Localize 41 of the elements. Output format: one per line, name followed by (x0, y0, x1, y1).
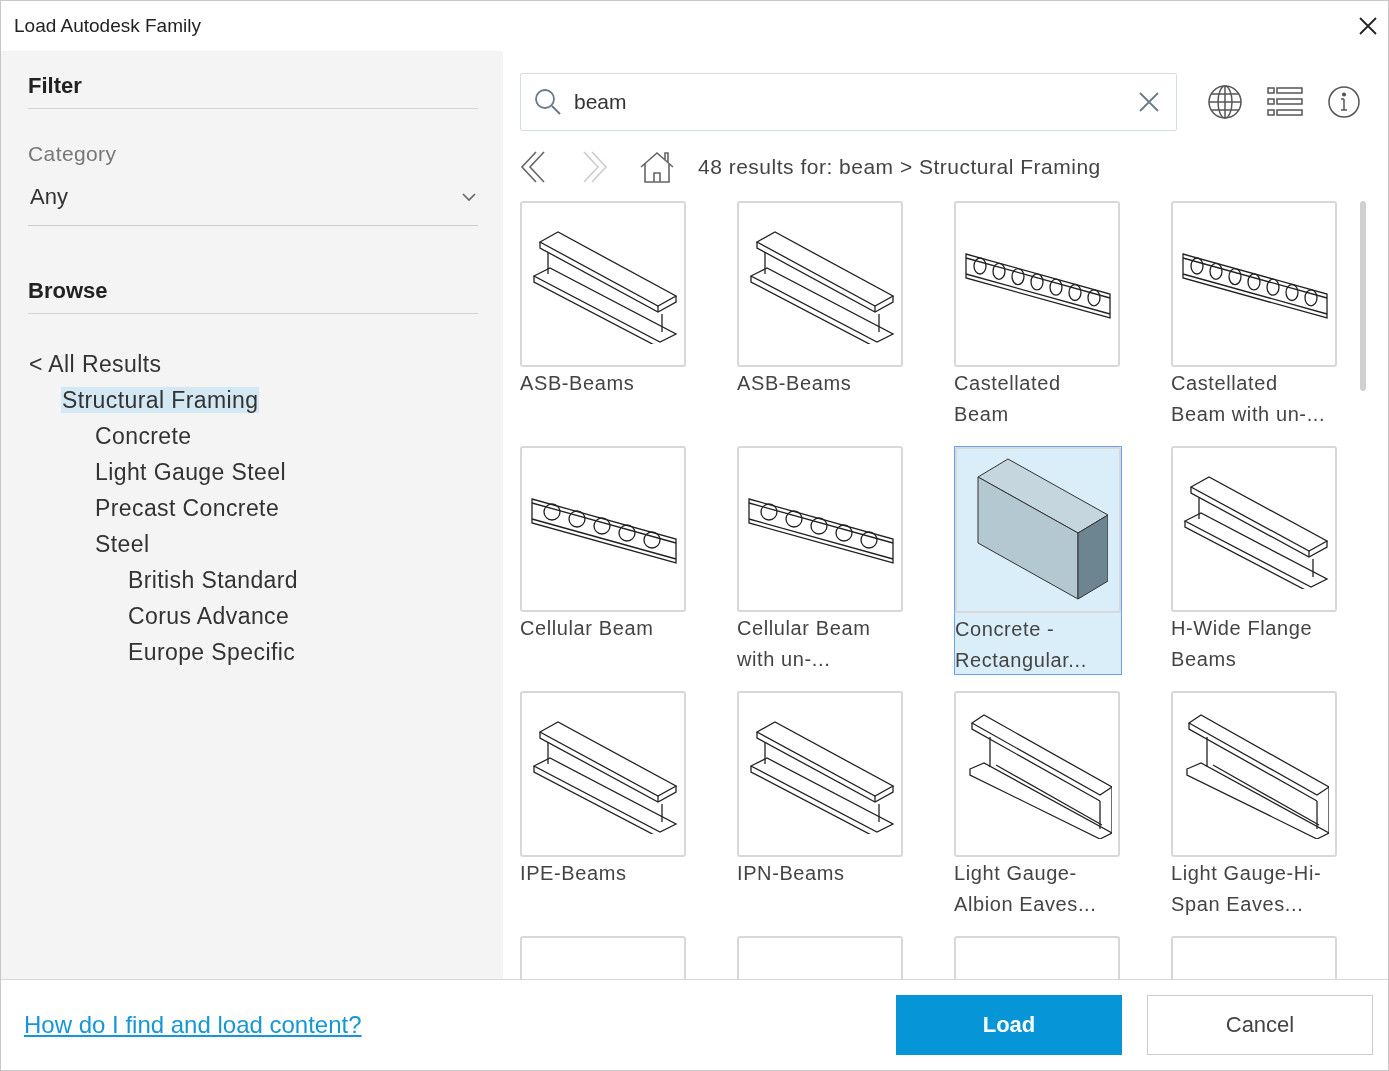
tile-label: ASB-Beams (737, 371, 853, 396)
back-icon[interactable] (520, 150, 546, 184)
tile-label: Cellular Beam with un-... (737, 616, 872, 672)
tile-label: H-Wide Flange Beams (1171, 616, 1314, 672)
cancel-button[interactable]: Cancel (1147, 995, 1373, 1055)
tree-item[interactable]: Structural Framing (61, 387, 260, 413)
tile-label: Cellular Beam (520, 616, 655, 641)
tree-item[interactable]: Concrete (94, 423, 193, 449)
scrollbar[interactable] (1360, 201, 1366, 391)
search-input[interactable]: beam (572, 89, 1128, 115)
tree-item[interactable]: Corus Advance (127, 603, 291, 629)
globe-icon[interactable] (1207, 84, 1243, 120)
tree-item[interactable]: Light Gauge Steel (94, 459, 287, 485)
info-icon[interactable] (1327, 85, 1361, 119)
clear-icon[interactable] (1138, 91, 1160, 113)
search-field[interactable]: beam (520, 73, 1177, 131)
home-icon[interactable] (640, 151, 674, 183)
category-label: Category (28, 142, 118, 166)
tile-label: IPE-Beams (520, 861, 628, 886)
tile-label: IPN-Beams (737, 861, 846, 886)
result-tile[interactable]: Concrete - Rectangular... (954, 446, 1122, 675)
window-title: Load Autodesk Family (14, 15, 201, 37)
list-view-icon[interactable] (1267, 86, 1303, 118)
tile-label: Castellated Beam (954, 371, 1062, 427)
filter-heading: Filter (28, 73, 478, 109)
browse-heading: Browse (28, 278, 478, 314)
tree-item[interactable]: British Standard (127, 567, 300, 593)
breadcrumb-text: 48 results for: beam > Structural Framing (698, 155, 1101, 179)
search-icon (534, 88, 562, 116)
chevron-down-icon (462, 192, 476, 202)
tile-label: Castellated Beam with un-... (1171, 371, 1327, 427)
tile-label: Light Gauge-Albion Eaves... (954, 861, 1098, 917)
tile-label: ASB-Beams (520, 371, 636, 396)
tile-label: Light Gauge-Hi-Span Eaves... (1171, 861, 1323, 917)
tree-item[interactable]: Europe Specific (127, 639, 297, 665)
tree-item[interactable]: Precast Concrete (94, 495, 281, 521)
tree-item[interactable]: < All Results (28, 351, 163, 377)
category-dropdown[interactable]: Any (28, 166, 478, 226)
tile-label: Concrete - Rectangular... (955, 617, 1088, 673)
tree-item[interactable]: Steel (94, 531, 151, 557)
close-icon[interactable] (1358, 16, 1378, 36)
